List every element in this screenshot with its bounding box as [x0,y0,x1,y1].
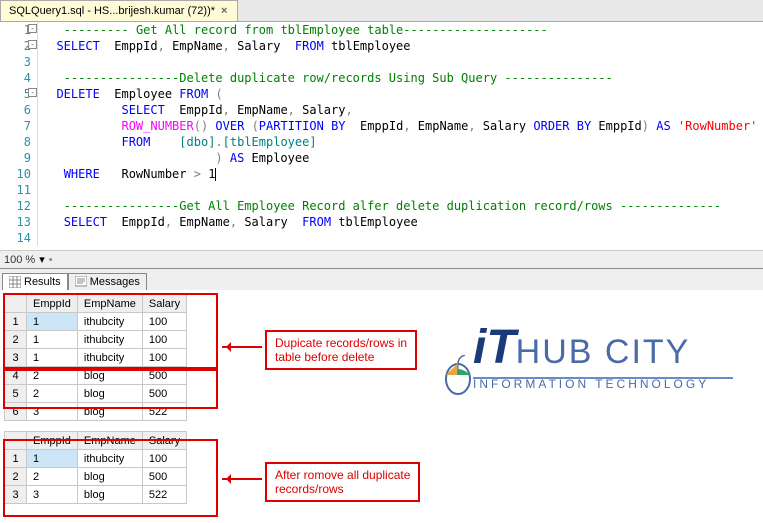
logo-subtitle: INFORMATION TECHNOLOGY [473,377,733,391]
annotation-callout: Dupicate records/rows in table before de… [265,330,417,370]
code-area[interactable]: - --------- Get All record from tblEmplo… [38,22,757,246]
results-tab-bar: Results Messages [0,268,763,290]
highlight-box [3,369,218,409]
arrow-icon [222,478,262,480]
zoom-dropdown[interactable]: 100 % [4,254,35,266]
collapse-icon[interactable]: - [28,40,37,49]
mouse-icon [443,355,473,395]
grid-icon [9,276,21,288]
logo-text: iT [473,321,516,374]
arrow-icon [222,346,262,348]
text-cursor [215,168,216,181]
tab-results[interactable]: Results [2,273,68,290]
zoom-bar: 100 % ▾ • [0,250,763,268]
logo-text: HUB CITY [516,333,691,371]
tab-label: Messages [90,276,140,288]
close-icon[interactable]: × [219,5,229,17]
editor-tab-bar: SQLQuery1.sql - HS...brijesh.kumar (72))… [0,0,763,22]
highlight-box [3,439,218,517]
chevron-down-icon[interactable]: ▾ [39,253,45,266]
collapse-icon[interactable]: - [28,24,37,33]
brand-logo: iTHUB CITY INFORMATION TECHNOLOGY [473,320,733,391]
annotation-callout: After romove all duplicate records/rows [265,462,420,502]
collapse-icon[interactable]: - [28,88,37,97]
file-tab[interactable]: SQLQuery1.sql - HS...brijesh.kumar (72))… [0,0,238,21]
highlight-box [3,293,218,369]
tab-title: SQLQuery1.sql - HS...brijesh.kumar (72))… [9,5,215,17]
messages-icon [75,276,87,288]
line-gutter: 1234567 891011121314 [0,22,38,246]
tab-label: Results [24,276,61,288]
tab-messages[interactable]: Messages [68,273,147,290]
sql-editor[interactable]: 1234567 891011121314 - --------- Get All… [0,22,763,250]
